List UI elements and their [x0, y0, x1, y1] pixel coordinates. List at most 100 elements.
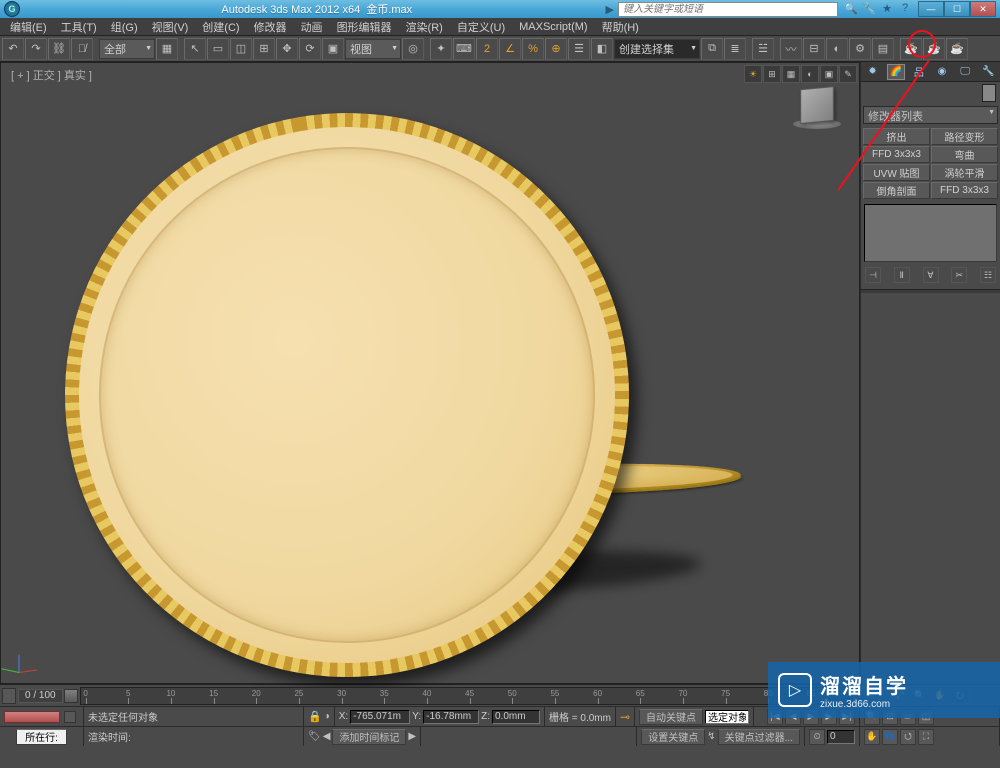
mod-uvw[interactable]: UVW 贴图 — [863, 164, 930, 181]
named-selection-dropdown[interactable]: 创建选择集 — [614, 39, 700, 59]
wireframe-icon[interactable]: ⊞ — [763, 65, 781, 83]
menu-view[interactable]: 视图(V) — [146, 17, 195, 37]
keyboard-shortcut-button[interactable]: ⌨ — [453, 38, 475, 60]
nav-max-icon[interactable]: ⛶ — [918, 729, 934, 745]
window-crossing-button[interactable]: ⊞ — [253, 38, 275, 60]
mod-ffd2[interactable]: FFD 3x3x3 — [931, 182, 998, 199]
named-sel-set-button[interactable]: ◧ — [591, 38, 613, 60]
time-config-icon[interactable]: ⏲ — [809, 729, 825, 745]
z-coord-input[interactable] — [492, 710, 540, 724]
mod-ffd1[interactable]: FFD 3x3x3 — [863, 146, 930, 163]
mirror-button[interactable]: ⧉ — [701, 38, 723, 60]
title-play-icon[interactable]: ▶ — [606, 3, 614, 16]
selection-filter-dropdown[interactable]: 全部 — [99, 39, 155, 59]
pin-stack-icon[interactable]: ⊣ — [865, 267, 881, 283]
right-arrow-icon[interactable]: ▶ — [408, 731, 416, 742]
mod-bend[interactable]: 弯曲 — [931, 146, 998, 163]
mod-bevel-profile[interactable]: 倒角剖面 — [863, 182, 930, 199]
select-manipulate-button[interactable]: ✦ — [430, 38, 452, 60]
modify-tab-icon[interactable]: 🌈 — [887, 64, 905, 80]
use-center-button[interactable]: ◎ — [402, 38, 424, 60]
select-all-button[interactable]: ▦ — [156, 38, 178, 60]
binoculars-icon[interactable]: 🔍 — [844, 2, 858, 16]
menu-help[interactable]: 帮助(H) — [596, 17, 645, 37]
select-name-button[interactable]: ▭ — [207, 38, 229, 60]
edit-named-sel-button[interactable]: ☰ — [568, 38, 590, 60]
select-region-button[interactable]: ◫ — [230, 38, 252, 60]
remove-modifier-icon[interactable]: ✂ — [951, 267, 967, 283]
key-icon[interactable]: ⊸ — [620, 710, 630, 724]
unlink-button[interactable]: ⛓̸ — [71, 38, 93, 60]
left-arrow-icon[interactable]: ◀ — [323, 731, 331, 742]
modifier-stack[interactable] — [864, 204, 997, 262]
add-time-tag-button[interactable]: 添加时间标记 — [332, 729, 406, 745]
configure-sets-icon[interactable]: ☷ — [980, 267, 996, 283]
key-mode-icon[interactable]: ↯ — [707, 731, 715, 742]
edged-faces-icon[interactable]: ▦ — [782, 65, 800, 83]
show-end-result-icon[interactable]: Ⅱ — [894, 267, 910, 283]
make-unique-icon[interactable]: ∀ — [923, 267, 939, 283]
menu-graph[interactable]: 图形编辑器 — [331, 17, 398, 37]
material-editor-button[interactable]: ◐ — [826, 38, 848, 60]
menu-tools[interactable]: 工具(T) — [55, 17, 103, 37]
menu-group[interactable]: 组(G) — [105, 17, 144, 37]
selected-obj-input[interactable] — [705, 710, 749, 724]
render-button[interactable]: ☕ — [946, 38, 968, 60]
maximize-button[interactable]: ☐ — [944, 1, 970, 17]
shaded-icon[interactable]: ◐ — [801, 65, 819, 83]
curve-editor-button[interactable]: 〰 — [780, 38, 802, 60]
viewport-label[interactable]: [ + ] 正交 ] 真实 ] — [11, 67, 92, 83]
render-setup-button[interactable]: ⚙ — [849, 38, 871, 60]
mod-turbo[interactable]: 涡轮平滑 — [931, 164, 998, 181]
track-bar[interactable] — [4, 711, 60, 723]
time-ruler[interactable]: 051015202530354045505560657075808590 — [80, 687, 858, 705]
mini-button[interactable] — [64, 711, 76, 723]
snap-angle-button[interactable]: ∠ — [499, 38, 521, 60]
star-icon[interactable]: ★ — [880, 2, 894, 16]
isolate-icon[interactable]: ◑ — [324, 711, 330, 722]
view-cube[interactable] — [793, 83, 841, 131]
menu-maxscript[interactable]: MAXScript(M) — [513, 19, 593, 35]
link-button[interactable]: ⛓ — [48, 38, 70, 60]
key-filter-button[interactable]: 关键点过滤器... — [718, 729, 800, 745]
timeline-toggle-icon[interactable] — [2, 688, 16, 704]
create-tab-icon[interactable]: ✹ — [864, 64, 882, 80]
app-logo-icon[interactable]: G — [4, 1, 20, 17]
close-button[interactable]: ✕ — [970, 1, 996, 17]
help-icon[interactable]: ? — [898, 2, 912, 16]
rendered-frame-button[interactable]: ▤ — [872, 38, 894, 60]
menu-edit[interactable]: 编辑(E) — [4, 17, 53, 37]
utilities-tab-icon[interactable]: 🔧 — [979, 64, 997, 80]
time-slider[interactable] — [64, 689, 78, 703]
menu-modifiers[interactable]: 修改器 — [248, 17, 293, 37]
wrench-icon[interactable]: 🔧 — [862, 2, 876, 16]
auto-key-button[interactable]: 自动关键点 — [639, 709, 703, 725]
display-tab-icon[interactable]: 🖵 — [956, 64, 974, 80]
y-coord-input[interactable] — [423, 710, 479, 724]
realistic-icon[interactable]: ▣ — [820, 65, 838, 83]
select-object-button[interactable]: ↖ — [184, 38, 206, 60]
nav-pan-icon[interactable]: ✋ — [864, 729, 880, 745]
menu-render[interactable]: 渲染(R) — [400, 17, 449, 37]
layers-button[interactable]: ☱ — [752, 38, 774, 60]
ref-coord-dropdown[interactable]: 视图 — [345, 39, 401, 59]
nav-orbit-icon[interactable]: ⭯ — [900, 729, 916, 745]
menu-animation[interactable]: 动画 — [295, 17, 329, 37]
align-button[interactable]: ≣ — [724, 38, 746, 60]
spinner-snap-button[interactable]: ⊕ — [545, 38, 567, 60]
object-color-swatch[interactable] — [982, 84, 996, 102]
motion-tab-icon[interactable]: ◉ — [933, 64, 951, 80]
menu-create[interactable]: 创建(C) — [196, 17, 245, 37]
tag-icon[interactable]: 🏷 — [308, 731, 321, 742]
modifier-list-dropdown[interactable]: 修改器列表 — [863, 106, 998, 124]
set-key-button[interactable]: 设置关键点 — [641, 729, 705, 745]
light-icon[interactable]: ☀ — [744, 65, 762, 83]
current-frame-input[interactable] — [827, 730, 855, 744]
mod-path-deform[interactable]: 路径变形 — [931, 128, 998, 145]
minimize-button[interactable]: — — [918, 1, 944, 17]
menu-customize[interactable]: 自定义(U) — [451, 17, 511, 37]
snap-percent-button[interactable]: % — [522, 38, 544, 60]
rotate-button[interactable]: ⟳ — [299, 38, 321, 60]
schematic-view-button[interactable]: ⊟ — [803, 38, 825, 60]
xview-icon[interactable]: ✎ — [839, 65, 857, 83]
